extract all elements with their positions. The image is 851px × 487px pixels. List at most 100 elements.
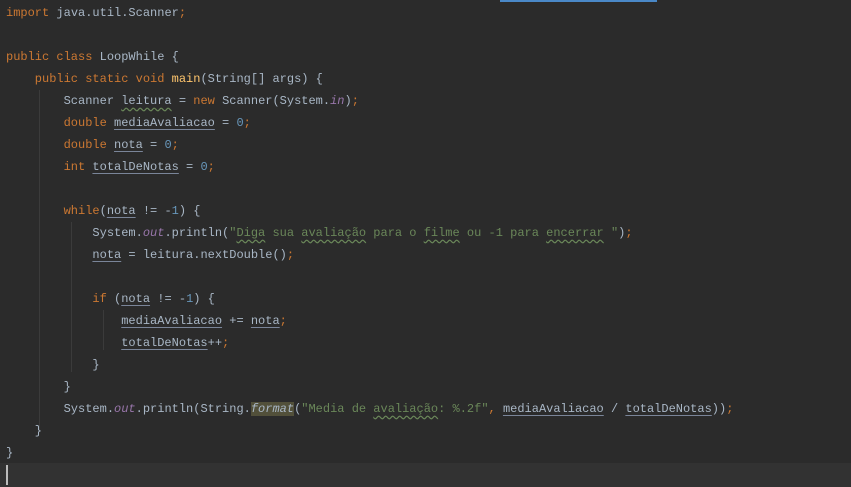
code-token: avaliação bbox=[373, 402, 439, 416]
code-token: = bbox=[171, 94, 194, 108]
code-line[interactable]: import java.util.Scanner; bbox=[6, 2, 186, 24]
code-token: nota bbox=[106, 204, 136, 218]
code-token: while bbox=[6, 204, 100, 218]
code-token: )) bbox=[711, 402, 727, 416]
code-token: .println(String. bbox=[135, 402, 251, 416]
code-line[interactable]: System.out.println( " Diga sua avaliação p… bbox=[6, 222, 633, 244]
code-token: out bbox=[114, 402, 136, 416]
code-token: double bbox=[6, 138, 115, 152]
code-token: ; bbox=[625, 226, 633, 240]
code-token: += bbox=[222, 314, 251, 328]
code-token: import bbox=[6, 6, 50, 20]
code-token: "Media de bbox=[301, 402, 374, 416]
code-line[interactable]: public static void main(String[] args) { bbox=[6, 68, 323, 90]
code-token: = bbox=[178, 160, 201, 174]
code-token: nota bbox=[92, 248, 122, 262]
code-token: 0 bbox=[164, 138, 172, 152]
code-token: = bbox=[142, 138, 165, 152]
code-token: out bbox=[142, 226, 165, 240]
code-token: mediaAvaliacao bbox=[121, 314, 223, 328]
code-token: leitura bbox=[121, 94, 172, 108]
code-token: = leitura.nextDouble() bbox=[121, 248, 287, 262]
code-token: ; bbox=[351, 94, 359, 108]
code-token: 1 bbox=[171, 204, 179, 218]
code-token: } bbox=[6, 380, 71, 394]
code-token: ; bbox=[243, 116, 251, 130]
code-token: 0 bbox=[200, 160, 208, 174]
code-editor[interactable]: import java.util.Scanner; public class Lo… bbox=[0, 0, 851, 487]
tab-indicator bbox=[500, 0, 657, 2]
code-token: ; bbox=[279, 314, 287, 328]
code-token: ou -1 para bbox=[459, 226, 547, 240]
code-token: / bbox=[603, 402, 626, 416]
code-token: encerrar bbox=[546, 226, 604, 240]
code-token: Diga bbox=[236, 226, 266, 240]
code-token: double bbox=[6, 116, 115, 130]
code-line[interactable]: } bbox=[6, 442, 13, 464]
code-token: avaliação bbox=[301, 226, 367, 240]
code-token: .println( bbox=[164, 226, 230, 240]
code-token: : %.2f" bbox=[438, 402, 489, 416]
text-caret bbox=[6, 465, 8, 485]
code-line[interactable]: while(nota != -1) { bbox=[6, 200, 201, 222]
code-token: ( bbox=[99, 204, 107, 218]
code-token: main bbox=[171, 72, 201, 86]
code-token: ; bbox=[222, 336, 230, 350]
code-token: if bbox=[6, 292, 115, 306]
code-token: != - bbox=[135, 204, 172, 218]
code-line[interactable]: mediaAvaliacao += nota; bbox=[6, 310, 287, 332]
code-token: LoopWhile { bbox=[99, 50, 179, 64]
code-token: ; bbox=[726, 402, 734, 416]
code-token: Scanner(System. bbox=[222, 94, 331, 108]
current-line-highlight bbox=[0, 463, 851, 487]
code-line[interactable]: System.out.println(String.format("Media … bbox=[6, 398, 733, 420]
code-token: ++ bbox=[207, 336, 223, 350]
code-token: ; bbox=[207, 160, 215, 174]
code-line[interactable]: totalDeNotas++; bbox=[6, 332, 229, 354]
code-token: totalDeNotas bbox=[121, 336, 208, 350]
code-token: format bbox=[250, 402, 295, 416]
code-token: int bbox=[6, 160, 93, 174]
code-token: ) { bbox=[178, 204, 201, 218]
code-token: ; bbox=[171, 138, 179, 152]
code-token: mediaAvaliacao bbox=[502, 402, 604, 416]
code-line[interactable]: if (nota != -1) { bbox=[6, 288, 215, 310]
code-line[interactable]: double nota = 0; bbox=[6, 134, 179, 156]
code-line[interactable]: } bbox=[6, 420, 42, 442]
code-token: nota bbox=[121, 292, 151, 306]
code-token: public class bbox=[6, 50, 100, 64]
code-token: 0 bbox=[236, 116, 244, 130]
code-token: filme bbox=[423, 226, 460, 240]
code-line[interactable]: public class LoopWhile { bbox=[6, 46, 179, 68]
code-line[interactable]: int totalDeNotas = 0; bbox=[6, 156, 215, 178]
code-token: ) { bbox=[193, 292, 215, 306]
code-line[interactable]: Scanner leitura = new Scanner(System.in)… bbox=[6, 90, 359, 112]
code-token: } bbox=[6, 446, 14, 460]
code-token: ) bbox=[344, 94, 352, 108]
code-token: nota bbox=[114, 138, 143, 152]
code-token: " bbox=[603, 226, 619, 240]
code-token: public static void bbox=[6, 72, 172, 86]
code-token: System. bbox=[6, 402, 115, 416]
code-line[interactable]: } bbox=[6, 376, 71, 398]
code-line[interactable]: nota = leitura.nextDouble(); bbox=[6, 244, 294, 266]
code-token: totalDeNotas bbox=[625, 402, 712, 416]
code-token: != - bbox=[150, 292, 187, 306]
code-token: (String[] args) { bbox=[200, 72, 323, 86]
code-token: ; bbox=[286, 248, 295, 262]
code-token: java.util.Scanner bbox=[49, 6, 179, 20]
code-token: System. bbox=[6, 226, 143, 240]
code-token: sua bbox=[265, 226, 302, 240]
code-line[interactable]: double mediaAvaliacao = 0; bbox=[6, 112, 251, 134]
code-token: ; bbox=[178, 6, 187, 20]
code-line[interactable]: } bbox=[6, 354, 99, 376]
code-token: } bbox=[6, 424, 43, 438]
code-token: para o bbox=[366, 226, 424, 240]
code-token: totalDeNotas bbox=[92, 160, 179, 174]
code-token: Scanner bbox=[6, 94, 122, 108]
code-token: new bbox=[193, 94, 223, 108]
code-token: , bbox=[488, 402, 503, 416]
